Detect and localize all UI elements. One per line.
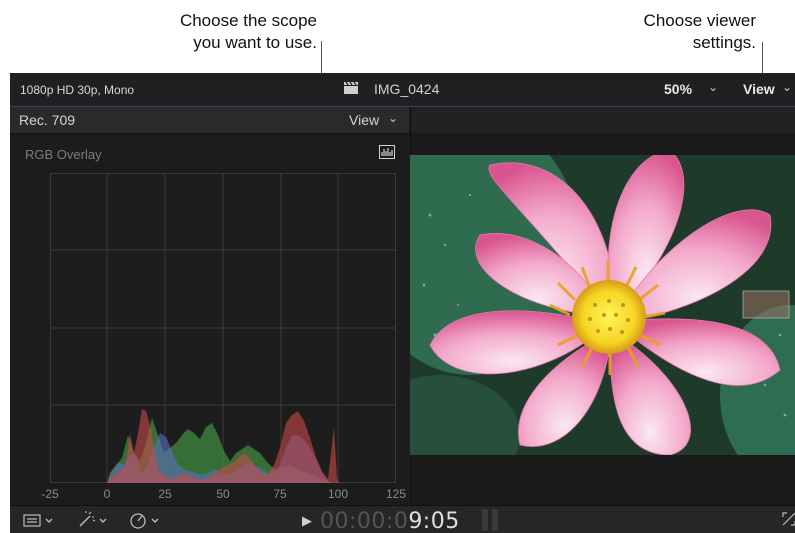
viewer-image-lotus-flower [410, 155, 795, 455]
fullscreen-icon[interactable] [782, 512, 795, 526]
scope-callout-line2: you want to use. [193, 33, 317, 52]
chevron-down-icon[interactable]: ⌄ [708, 80, 718, 94]
zoom-menu[interactable]: 50% [664, 81, 692, 97]
axis-tick: -25 [41, 487, 59, 501]
project-format: 1080p HD 30p, Mono [20, 83, 135, 97]
viewer-strip [411, 107, 795, 133]
axis-tick: 25 [158, 487, 172, 501]
axis-tick: 100 [327, 487, 349, 501]
axis-tick: 50 [216, 487, 230, 501]
settings-callout-line1: Choose viewer [643, 11, 756, 30]
timecode-bright: 9:05 [408, 509, 460, 533]
timecode-dim: 00:00:0 [320, 509, 409, 533]
histogram-graph [50, 173, 396, 483]
settings-callout: Choose viewer settings. [610, 10, 756, 54]
chevron-down-icon[interactable]: ⌄ [782, 80, 792, 94]
axis-tick: 0 [103, 487, 111, 501]
scope-panel: Rec. 709 View ⌄ RGB Overlay -25 0 25 50 … [10, 107, 409, 505]
timecode-display: 00:00:09:05 [320, 509, 460, 533]
chevron-down-icon[interactable]: ⌄ [388, 111, 398, 125]
scope-header: Rec. 709 View ⌄ [10, 107, 409, 134]
axis-tick: 125 [385, 487, 407, 501]
viewer-topbar: 1080p HD 30p, Mono IMG_0424 50% ⌄ View ⌄ [10, 73, 795, 107]
scope-callout-line1: Choose the scope [179, 11, 317, 30]
axis-tick: 75 [273, 487, 287, 501]
scope-callout: Choose the scope you want to use. [140, 10, 317, 54]
color-standard-label: Rec. 709 [19, 112, 76, 128]
scope-axis: -25 0 25 50 75 100 125 [10, 487, 409, 505]
transform-icon[interactable] [76, 511, 120, 529]
settings-callout-line2: settings. [692, 33, 756, 52]
scope-view-menu[interactable]: View [349, 112, 379, 128]
viewer-bottombar: ▶ 00:00:09:05 [10, 505, 795, 533]
speed-icon[interactable] [128, 511, 172, 529]
clip-appearance-icon[interactable] [22, 511, 66, 529]
playhead-bars [482, 509, 502, 531]
clip-name: IMG_0424 [374, 81, 440, 97]
viewer-window: 1080p HD 30p, Mono IMG_0424 50% ⌄ View ⌄… [10, 73, 795, 533]
viewer-view-menu[interactable]: View [743, 81, 775, 97]
histogram-icon[interactable] [379, 145, 395, 159]
clapper-icon [344, 81, 358, 94]
play-icon[interactable]: ▶ [302, 513, 312, 529]
scope-type-label: RGB Overlay [25, 147, 102, 162]
